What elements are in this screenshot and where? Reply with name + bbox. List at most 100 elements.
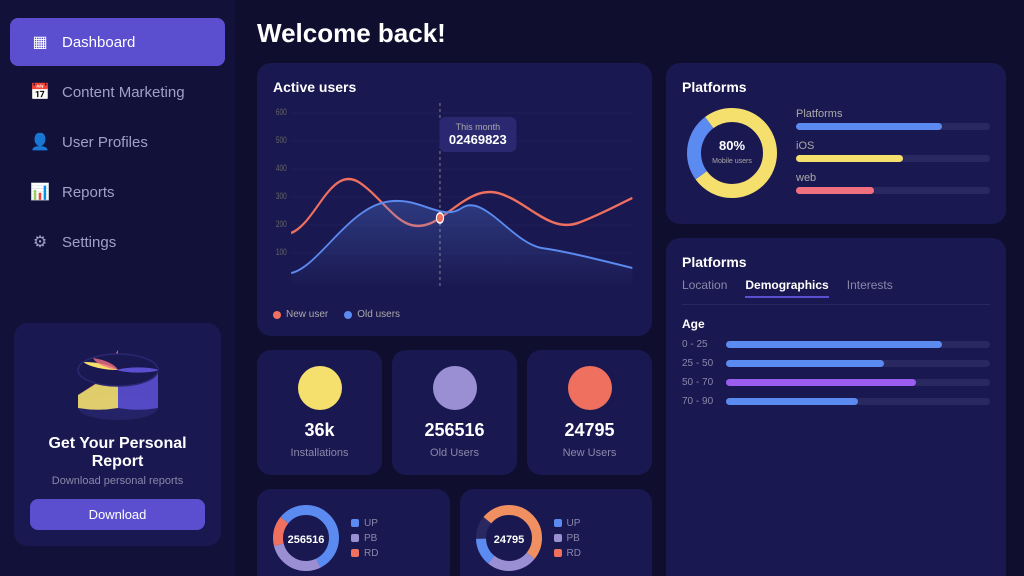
legend-rd-1: RD: [351, 548, 378, 559]
active-users-chart: 600 500 400 300 200 100: [273, 103, 636, 303]
stat-label: Installations: [290, 447, 348, 459]
mini-donut-card-2: 24795 UP PB: [460, 489, 653, 576]
svg-text:500: 500: [276, 135, 287, 145]
new-user-label: New user: [286, 309, 328, 320]
age-row: 70 - 90: [682, 396, 990, 407]
svg-text:100: 100: [276, 247, 287, 257]
sidebar-pie-chart: [30, 337, 205, 427]
sidebar-item-dashboard[interactable]: ▦ Dashboard: [10, 18, 225, 66]
mini-donut-card-1: 256516 UP PB: [257, 489, 450, 576]
active-users-card: Active users 600 500 400 300 200 100: [257, 63, 652, 336]
platforms-title: Platforms: [682, 79, 990, 95]
stats-row: 36k Installations 256516 Old Users 24795…: [257, 350, 652, 475]
stat-circle: [568, 366, 612, 410]
stat-label: New Users: [563, 447, 617, 459]
personal-report-card: Get Your Personal Report Download person…: [14, 323, 221, 546]
platforms-card: Platforms 80% Mobile users: [666, 63, 1006, 224]
sidebar-card-title: Get Your Personal Report: [30, 435, 205, 471]
age-bar-track: [726, 341, 990, 348]
stat-value: 24795: [564, 420, 614, 441]
platform-label-ios: iOS: [796, 140, 990, 152]
sidebar-item-reports[interactable]: 📊 Reports: [10, 168, 225, 216]
svg-text:Mobile users: Mobile users: [712, 158, 752, 165]
legend-pb-1: PB: [351, 533, 378, 544]
sidebar: ▦ Dashboard 📅 Content Marketing 👤 User P…: [0, 0, 235, 576]
legend-up-1: UP: [351, 518, 378, 529]
svg-text:80%: 80%: [719, 138, 745, 153]
sidebar-nav: ▦ Dashboard 📅 Content Marketing 👤 User P…: [0, 16, 235, 313]
age-range-label: 70 - 90: [682, 396, 718, 407]
platform-label-web: web: [796, 172, 990, 184]
age-row: 25 - 50: [682, 358, 990, 369]
settings-icon: ⚙: [30, 232, 50, 252]
sidebar-label-content-marketing: Content Marketing: [62, 84, 185, 101]
demographics-card-title: Platforms: [682, 254, 990, 270]
svg-text:200: 200: [276, 219, 287, 229]
svg-text:300: 300: [276, 191, 287, 201]
platform-bars: Platforms iOS web: [796, 108, 990, 204]
left-column: Active users 600 500 400 300 200 100: [257, 63, 652, 576]
old-users-label: Old users: [357, 309, 400, 320]
main-content: Welcome back! Active users 600 500 400 3…: [235, 0, 1024, 576]
sidebar-item-settings[interactable]: ⚙ Settings: [10, 218, 225, 266]
sidebar-label-dashboard: Dashboard: [62, 34, 135, 51]
legend-up-2: UP: [554, 518, 581, 529]
age-label: Age: [682, 317, 990, 331]
age-row: 50 - 70: [682, 377, 990, 388]
bottom-row: 256516 UP PB: [257, 489, 652, 576]
legend-rd-2: RD: [554, 548, 581, 559]
dashboard-icon: ▦: [30, 32, 50, 52]
svg-text:400: 400: [276, 163, 287, 173]
new-user-dot: [273, 311, 281, 319]
old-users-dot: [344, 311, 352, 319]
platform-label-platforms: Platforms: [796, 108, 990, 120]
legend-old-users: Old users: [344, 309, 400, 320]
stat-card-installations: 36k Installations: [257, 350, 382, 475]
age-range-label: 25 - 50: [682, 358, 718, 369]
age-bar-fill: [726, 398, 858, 405]
sidebar-item-user-profiles[interactable]: 👤 User Profiles: [10, 118, 225, 166]
mini-legend-1: UP PB RD: [351, 518, 378, 559]
stat-value: 256516: [424, 420, 484, 441]
platform-bar-platforms: Platforms: [796, 108, 990, 130]
content-grid: Active users 600 500 400 300 200 100: [257, 63, 1006, 569]
legend-new-user: New user: [273, 309, 328, 320]
tab-location[interactable]: Location: [682, 278, 727, 298]
mini-donut-2-info: UP PB RD: [554, 518, 581, 559]
demographics-card: Platforms Location Demographics Interest…: [666, 238, 1006, 576]
demo-tabs: Location Demographics Interests: [682, 278, 990, 305]
age-bars-container: 0 - 25 25 - 50 50 - 70 70 - 90: [682, 339, 990, 407]
sidebar-card-subtitle: Download personal reports: [30, 475, 205, 487]
mini-donut-1-info: UP PB RD: [351, 518, 378, 559]
download-button[interactable]: Download: [30, 499, 205, 530]
stat-card-new-users: 24795 New Users: [527, 350, 652, 475]
age-bar-track: [726, 398, 990, 405]
stat-card-old-users: 256516 Old Users: [392, 350, 517, 475]
sidebar-label-reports: Reports: [62, 184, 115, 201]
age-bar-fill: [726, 360, 884, 367]
age-bar-fill: [726, 341, 942, 348]
stat-label: Old Users: [430, 447, 479, 459]
user-profiles-icon: 👤: [30, 132, 50, 152]
age-bar-track: [726, 379, 990, 386]
platform-bar-web: web: [796, 172, 990, 194]
content-marketing-icon: 📅: [30, 82, 50, 102]
tab-demographics[interactable]: Demographics: [745, 278, 828, 298]
mini-legend-2: UP PB RD: [554, 518, 581, 559]
sidebar-item-content-marketing[interactable]: 📅 Content Marketing: [10, 68, 225, 116]
sidebar-label-settings: Settings: [62, 234, 116, 251]
stat-circle: [298, 366, 342, 410]
chart-legend: New user Old users: [273, 309, 636, 320]
age-bar-track: [726, 360, 990, 367]
age-bar-fill: [726, 379, 916, 386]
stat-circle: [433, 366, 477, 410]
svg-text:600: 600: [276, 107, 287, 117]
age-range-label: 0 - 25: [682, 339, 718, 350]
svg-text:256516: 256516: [288, 534, 325, 546]
tab-interests[interactable]: Interests: [847, 278, 893, 298]
sidebar-label-user-profiles: User Profiles: [62, 134, 148, 151]
platforms-donut-row: 80% Mobile users Platforms iOS: [682, 103, 990, 208]
platform-bar-ios: iOS: [796, 140, 990, 162]
age-range-label: 50 - 70: [682, 377, 718, 388]
svg-text:24795: 24795: [493, 534, 524, 546]
